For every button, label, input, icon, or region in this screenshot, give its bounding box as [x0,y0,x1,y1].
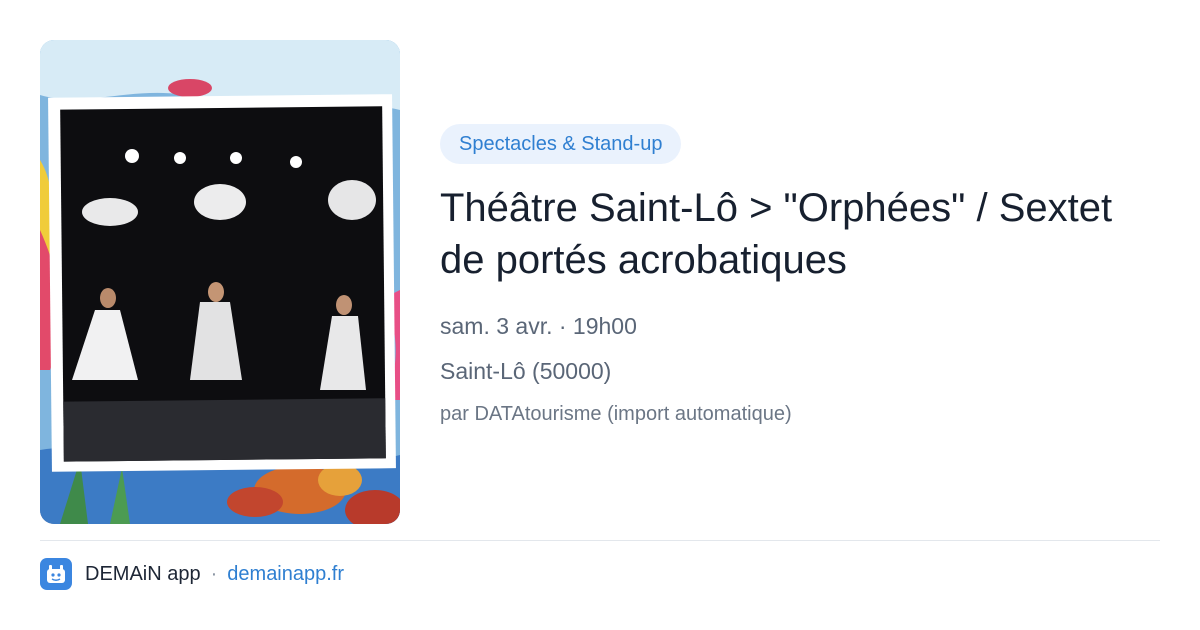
event-source: par DATAtourisme (import automatique) [440,403,792,425]
app-name: DEMAiN app [85,562,201,585]
demain-app-logo-icon[interactable] [40,558,72,590]
event-image[interactable] [40,40,400,524]
event-photo-artwork [40,40,400,524]
event-title[interactable]: Théâtre Saint-Lô > "Orphées" / Sextet de… [440,182,1160,286]
footer-separator: · [210,562,218,585]
event-datetime: sam. 3 avr. · 19h00 [440,313,637,339]
category-badge[interactable]: Spectacles & Stand-up [440,124,682,164]
footer: DEMAiN app · demainapp.fr [40,558,344,590]
event-location: Saint-Lô (50000) [440,358,612,384]
footer-divider [40,540,1160,541]
app-url-link[interactable]: demainapp.fr [227,563,344,586]
